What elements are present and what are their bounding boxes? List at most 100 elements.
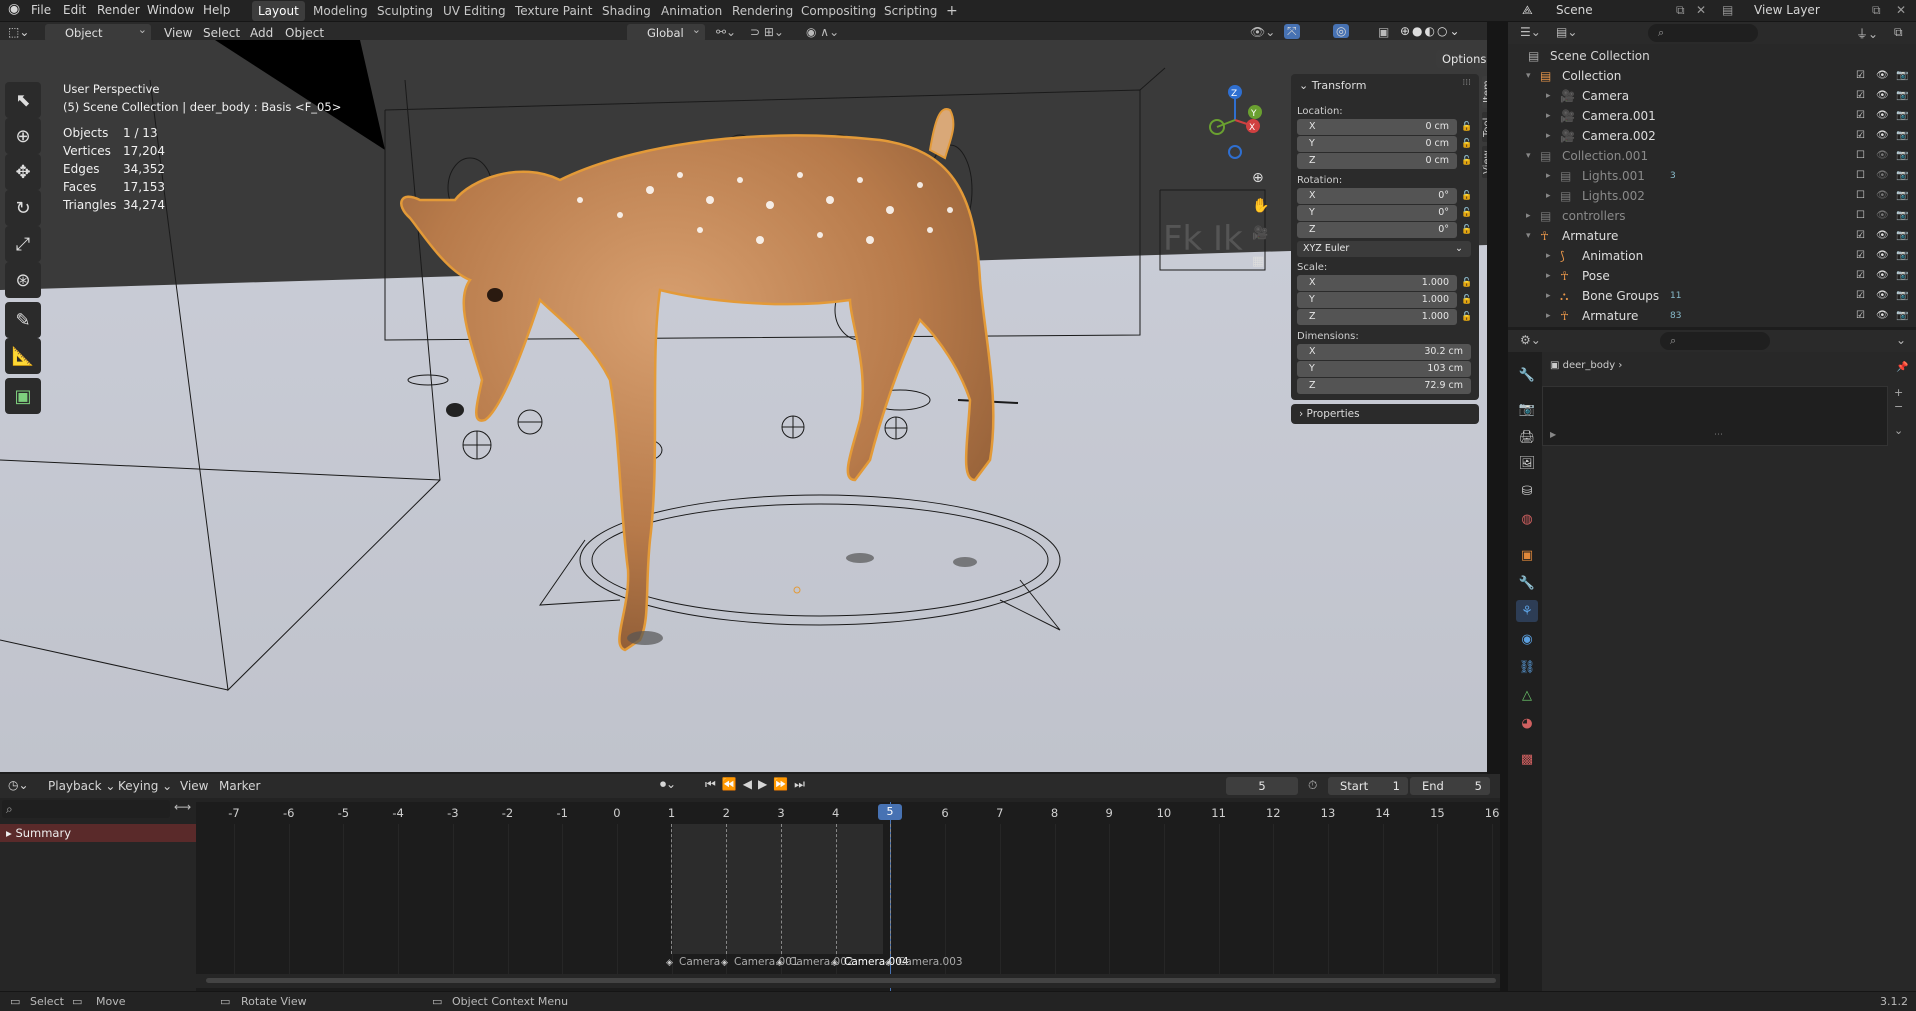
- properties-editor-icon[interactable]: ⚙⌄: [1520, 333, 1541, 347]
- outliner-row[interactable]: ▸ 🎥 Camera.002 ☑ 👁 📷: [1508, 126, 1916, 146]
- snap-icon[interactable]: ⊃ ⊞⌄: [750, 25, 784, 39]
- outliner-search-input[interactable]: ⌕: [1648, 24, 1758, 42]
- render-tab-icon[interactable]: 📷: [1516, 398, 1538, 420]
- rotation-z-field[interactable]: Z 0°: [1297, 222, 1457, 238]
- visibility-eye-icon[interactable]: 👁: [1876, 106, 1889, 126]
- menu-timeline-view[interactable]: View: [180, 779, 208, 793]
- tab-shading[interactable]: Shading: [596, 1, 657, 21]
- move-tool-icon[interactable]: ✥: [5, 154, 41, 190]
- rotation-y-field[interactable]: Y 0°: [1297, 205, 1457, 221]
- expand-icon[interactable]: ▸: [1546, 246, 1551, 266]
- editor-type-icon[interactable]: ⬚⌄: [8, 25, 29, 39]
- menu-view[interactable]: View: [164, 26, 192, 40]
- swap-icon[interactable]: ⟷: [174, 800, 191, 814]
- menu-marker[interactable]: Marker: [219, 779, 260, 793]
- properties-search-input[interactable]: ⌕: [1660, 332, 1770, 350]
- outliner-row-scene-collection[interactable]: ▤ Scene Collection: [1508, 46, 1916, 66]
- resize-grip-icon[interactable]: ⋯: [1714, 430, 1723, 440]
- visibility-eye-icon[interactable]: 👁: [1876, 126, 1889, 146]
- delete-view-layer-icon[interactable]: ✕: [1896, 3, 1906, 17]
- proportional-edit-icon[interactable]: ◉ ∧⌄: [806, 25, 839, 39]
- visibility-eye-icon[interactable]: 👁: [1876, 286, 1889, 306]
- expand-icon[interactable]: ▸: [1526, 206, 1531, 226]
- render-visibility-icon[interactable]: 📷: [1896, 286, 1908, 306]
- visibility-eye-icon[interactable]: 👁: [1876, 226, 1889, 246]
- current-frame-field[interactable]: 5: [1226, 777, 1298, 795]
- exclude-checkbox[interactable]: ☑: [1856, 246, 1865, 266]
- scale-x-field[interactable]: X 1.000: [1297, 275, 1457, 291]
- visibility-eye-icon[interactable]: 👁: [1876, 266, 1889, 286]
- menu-help[interactable]: Help: [203, 3, 230, 17]
- render-visibility-icon[interactable]: 📷: [1896, 126, 1908, 146]
- properties-section-header[interactable]: › Properties: [1291, 404, 1479, 424]
- lock-icon[interactable]: 🔓: [1461, 312, 1472, 322]
- menu-select[interactable]: Select: [203, 26, 240, 40]
- shape-key-specials-icon[interactable]: ⌄: [1894, 424, 1903, 437]
- render-visibility-icon[interactable]: 📷: [1896, 166, 1908, 186]
- tab-scripting[interactable]: Scripting: [878, 1, 943, 21]
- expand-icon[interactable]: ▸: [1546, 126, 1551, 146]
- select-box-tool-icon[interactable]: ⬉: [5, 82, 41, 118]
- tab-rendering[interactable]: Rendering: [726, 1, 799, 21]
- outliner-row[interactable]: ▾ ▤ Collection ☑ 👁 📷: [1508, 66, 1916, 86]
- collapse-icon[interactable]: ▾: [1526, 66, 1531, 86]
- zoom-icon[interactable]: ⊕: [1252, 170, 1264, 186]
- add-shape-key-icon[interactable]: +: [1894, 386, 1903, 399]
- lock-icon[interactable]: 🔓: [1461, 278, 1472, 288]
- rotation-x-field[interactable]: X 0°: [1297, 188, 1457, 204]
- outliner-row[interactable]: ▸ ▤ Lights.001 3 ☐ 👁 📷: [1508, 166, 1916, 186]
- pin-icon[interactable]: 📌: [1896, 362, 1908, 373]
- add-workspace-button[interactable]: +: [940, 1, 964, 21]
- exclude-checkbox[interactable]: ☑: [1856, 306, 1865, 326]
- lock-icon[interactable]: 🔓: [1461, 156, 1472, 166]
- filter-icon[interactable]: ⏚⌄: [1856, 25, 1878, 42]
- outliner-row[interactable]: ▸ ⛬ Bone Groups 11 ☑ 👁 📷: [1508, 286, 1916, 306]
- particles-tab-icon[interactable]: ⚘: [1516, 600, 1538, 622]
- marker-label[interactable]: Camera: [679, 956, 720, 968]
- shading-modes-icon[interactable]: ⊕●◐○⌄: [1400, 24, 1462, 38]
- scene-name[interactable]: Scene: [1556, 3, 1593, 17]
- camera-view-icon[interactable]: 🎥: [1252, 226, 1268, 241]
- scale-y-field[interactable]: Y 1.000: [1297, 292, 1457, 308]
- menu-edit[interactable]: Edit: [63, 3, 86, 17]
- menu-add[interactable]: Add: [250, 26, 273, 40]
- exclude-checkbox[interactable]: ☐: [1856, 186, 1865, 206]
- exclude-checkbox[interactable]: ☑: [1856, 286, 1865, 306]
- constraints-tab-icon[interactable]: ⛓: [1516, 656, 1538, 678]
- expand-icon[interactable]: ▸: [1546, 166, 1551, 186]
- render-visibility-icon[interactable]: 📷: [1896, 266, 1908, 286]
- visibility-eye-icon[interactable]: 👁: [1876, 166, 1889, 186]
- tab-modeling[interactable]: Modeling: [307, 1, 374, 21]
- expand-icon[interactable]: ▸: [1546, 266, 1551, 286]
- render-visibility-icon[interactable]: 📷: [1896, 86, 1908, 106]
- tab-uv-editing[interactable]: UV Editing: [437, 1, 512, 21]
- new-collection-icon[interactable]: ⧉: [1894, 25, 1903, 40]
- outliner-row[interactable]: ▾ ▤ Collection.001 ☐ 👁 📷: [1508, 146, 1916, 166]
- outliner-row[interactable]: ▾ ☥ Armature ☑ 👁 📷: [1508, 226, 1916, 246]
- lock-icon[interactable]: 🔓: [1461, 208, 1472, 218]
- ortho-grid-icon[interactable]: ▦: [1252, 254, 1264, 269]
- visibility-eye-icon[interactable]: 👁: [1876, 146, 1889, 166]
- scale-tool-icon[interactable]: ⤢: [5, 226, 41, 262]
- data-tab-icon[interactable]: △: [1516, 684, 1538, 706]
- annotate-tool-icon[interactable]: ✎: [5, 302, 41, 338]
- exclude-checkbox[interactable]: ☑: [1856, 106, 1865, 126]
- object-tab-icon[interactable]: ▣: [1516, 544, 1538, 566]
- 3d-viewport[interactable]: Fk Ik User Perspective (5) Scene Collect…: [0, 40, 1487, 772]
- camera-marker-icon[interactable]: ◈: [721, 958, 728, 968]
- collapse-icon[interactable]: ▾: [1526, 146, 1531, 166]
- timeline-scrollbar[interactable]: [196, 974, 1500, 988]
- visibility-eye-icon[interactable]: 👁: [1876, 186, 1889, 206]
- outliner-editor-icon[interactable]: ☰⌄: [1520, 25, 1541, 39]
- rotation-mode-dropdown[interactable]: XYZ Euler ⌄: [1297, 241, 1471, 257]
- lock-icon[interactable]: 🔓: [1461, 295, 1472, 305]
- outliner-row[interactable]: ▸ 🎥 Camera.001 ☑ 👁 📷: [1508, 106, 1916, 126]
- end-frame-field[interactable]: End 5: [1410, 777, 1490, 795]
- material-tab-icon[interactable]: ◕: [1516, 712, 1538, 734]
- exclude-checkbox[interactable]: ☑: [1856, 66, 1865, 86]
- dimensions-x-field[interactable]: X 30.2 cm: [1297, 344, 1471, 360]
- outliner-row[interactable]: ▸ ☥ Pose ☑ 👁 📷: [1508, 266, 1916, 286]
- menu-playback[interactable]: Playback ⌄: [48, 779, 115, 793]
- modifier-tab-icon[interactable]: 🔧: [1516, 572, 1538, 594]
- render-visibility-icon[interactable]: 📷: [1896, 186, 1908, 206]
